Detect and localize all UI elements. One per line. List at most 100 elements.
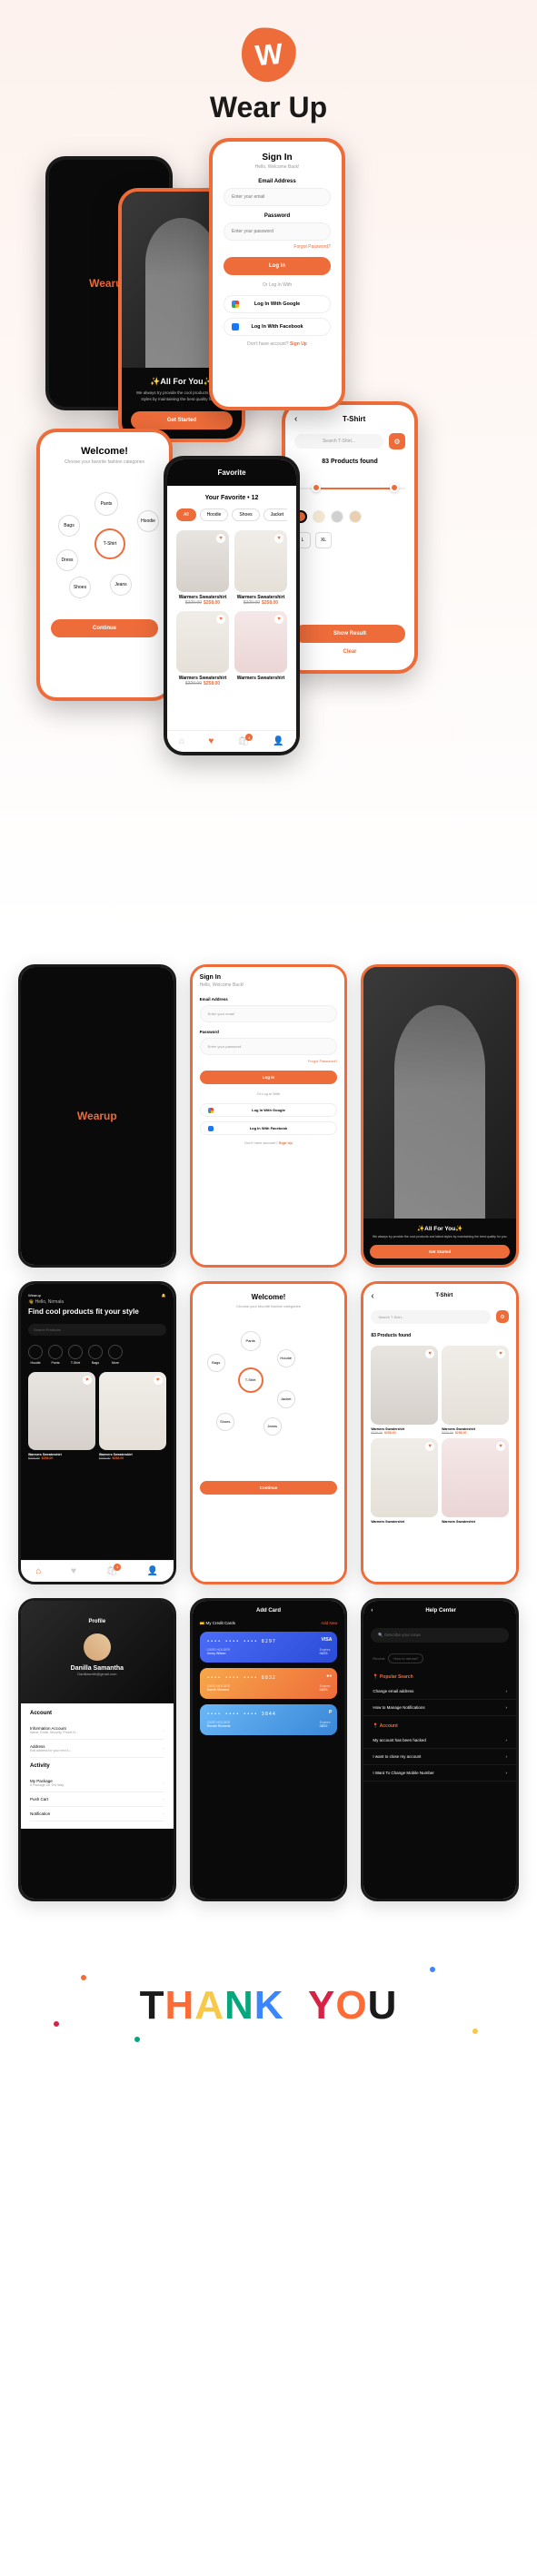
clear-button[interactable]: Clear <box>294 643 405 661</box>
credit-card[interactable]: P •••• •••• •••• 3844 CARD HOLDERRonald … <box>200 1704 338 1735</box>
product-card[interactable]: ♥ Warmers Sweatershirt $320.00$258.00 <box>234 530 287 606</box>
search-input[interactable]: Search T-Shirt... <box>294 434 383 449</box>
category-bubble[interactable]: Shoes <box>69 577 91 598</box>
heart-icon[interactable]: ♥ <box>274 534 283 543</box>
logo-letter: W <box>254 36 283 72</box>
help-item[interactable]: How to Manage Notifications› <box>363 1700 516 1716</box>
password-input[interactable] <box>224 222 331 241</box>
signin-title: Sign In <box>224 153 331 163</box>
email-label: Email Address <box>224 179 331 184</box>
list-item[interactable]: Information AccountName, Email, Security… <box>30 1722 164 1740</box>
category-bubbles: Pants Bags Hoodie T-Shirt Dress Shoes Je… <box>51 479 158 606</box>
welcome-subtitle: Choose your favorite fashion categories <box>51 459 158 465</box>
list-item[interactable]: My PackageA Package On The Way› <box>30 1774 164 1792</box>
filter-chip[interactable]: Hoodie <box>200 508 229 521</box>
heart-icon[interactable]: ♥ <box>216 534 225 543</box>
credit-card[interactable]: VISA •••• •••• •••• 8297 CARD HOLDERJonn… <box>200 1632 338 1663</box>
product-card[interactable]: ♥ Warmers Sweatershirt $320.00$258.00 <box>176 530 229 606</box>
login-button[interactable]: Log In <box>224 257 331 275</box>
facebook-icon <box>232 323 239 331</box>
mini-addcard: Add Card 💳 My Credit Cards Add New VISA … <box>190 1598 348 1901</box>
phone-signin: Sign In Hello, Welcome Back! Email Addre… <box>209 138 345 410</box>
get-started-button[interactable]: Get Started <box>131 411 233 429</box>
results-count: 83 Products found <box>294 459 405 465</box>
filter-button[interactable]: ⚙ <box>389 433 405 449</box>
filter-chip[interactable]: Shoes <box>232 508 259 521</box>
slider-thumb[interactable] <box>390 483 399 492</box>
slider-thumb[interactable] <box>312 483 321 492</box>
phone-favorite: Favorite Your Favorite • 12 All Hoodie S… <box>164 456 300 755</box>
color-swatch[interactable] <box>331 510 343 523</box>
category-bubble-selected[interactable]: T-Shirt <box>94 528 125 559</box>
help-search-input[interactable]: 🔍 Describe your issue <box>371 1628 509 1643</box>
filter-chip-active[interactable]: All <box>176 508 196 521</box>
phone-stage: Wearup ✨All For You✨ We always try provi… <box>0 147 537 937</box>
category-item[interactable]: Bags <box>88 1345 103 1365</box>
credit-card[interactable]: ●● •••• •••• •••• 8832 CARD HOLDERDarrel… <box>200 1668 338 1699</box>
list-item[interactable]: Notification› <box>30 1807 164 1821</box>
list-item[interactable]: Push Cart› <box>30 1792 164 1807</box>
signup-link[interactable]: Sign Up <box>290 341 307 347</box>
favorite-header: Favorite <box>167 459 296 486</box>
screens-grid: Wearup Sign In Hello, Welcome Back! Emai… <box>0 937 537 1929</box>
size-option[interactable]: XL <box>315 532 332 548</box>
nav-heart-icon[interactable]: ♥ <box>208 736 214 746</box>
email-input[interactable] <box>224 188 331 206</box>
mini-signin: Sign In Hello, Welcome Back! Email Addre… <box>190 964 348 1268</box>
facebook-login-button[interactable]: Log In With Facebook <box>224 318 331 336</box>
category-bubble[interactable]: Dress <box>56 549 78 571</box>
category-bubble[interactable]: Jeans <box>110 574 132 596</box>
continue-button[interactable]: Continue <box>51 619 158 637</box>
logo-blob: W <box>239 25 298 84</box>
category-bubble[interactable]: Pants <box>94 492 118 516</box>
or-divider: Or Log In With <box>224 282 331 288</box>
category-bubble[interactable]: Hoodie <box>137 510 159 532</box>
product-card[interactable]: ♥ Warmers Sweatershirt <box>234 611 287 686</box>
show-result-button[interactable]: Show Result <box>294 625 405 643</box>
nav-profile-icon[interactable]: 👤 <box>273 736 283 746</box>
nav-cart-icon[interactable]: 🛍 <box>237 736 249 746</box>
favorite-count: Your Favorite • 12 <box>176 495 287 501</box>
category-item[interactable]: More <box>108 1345 123 1365</box>
welcome-title: Welcome! <box>51 446 158 457</box>
model-image <box>145 218 217 368</box>
price-slider[interactable] <box>294 479 405 497</box>
google-login-button[interactable]: Log In With Google <box>224 295 331 313</box>
phone-filter: ‹ T-Shirt Search T-Shirt... ⚙ 83 Product… <box>282 401 418 674</box>
category-item[interactable]: Pants <box>48 1345 63 1365</box>
thank-you-text: THANK YOU <box>140 1983 398 2028</box>
password-label: Password <box>224 213 331 219</box>
help-item[interactable]: I want to close my account› <box>363 1749 516 1765</box>
mini-tshirt: ‹T-Shirt Search T-Shirt...⚙ 83 Products … <box>361 1281 519 1584</box>
back-icon[interactable]: ‹ <box>294 414 297 424</box>
category-item[interactable]: Hoodie <box>28 1345 43 1365</box>
filter-title: T-Shirt <box>303 415 405 423</box>
mini-splash: Wearup <box>18 964 176 1268</box>
category-item[interactable]: T-Shirt <box>68 1345 83 1365</box>
list-item[interactable]: AddressEdit address for your next s...› <box>30 1740 164 1758</box>
google-icon <box>232 301 239 308</box>
help-item[interactable]: Change email address› <box>363 1683 516 1700</box>
search-input[interactable]: Search Products <box>28 1324 166 1336</box>
signin-greeting: Hello, Welcome Back! <box>224 164 331 170</box>
filter-chip[interactable]: Jacket <box>264 508 287 521</box>
bottom-nav: ⌂ ♥ 🛍 👤 <box>167 730 296 752</box>
color-swatch[interactable] <box>349 510 362 523</box>
color-swatch[interactable] <box>313 510 325 523</box>
product-card[interactable]: ♥ Warmers Sweatershirt $320.00$258.00 <box>176 611 229 686</box>
category-bubble[interactable]: Bags <box>58 515 80 537</box>
add-new-link[interactable]: Add New <box>321 1621 337 1626</box>
mini-onboard: ✨All For You✨ We always try provide the … <box>361 964 519 1268</box>
avatar <box>84 1633 111 1661</box>
signup-prompt: Don't have account? Sign Up <box>224 341 331 347</box>
help-item[interactable]: I Want To Change Mobile Number› <box>363 1765 516 1781</box>
brand-name: Wear Up <box>0 91 537 124</box>
thank-you-section: THANK YOU <box>0 1929 537 2083</box>
nav-home-icon[interactable]: ⌂ <box>179 736 184 746</box>
mini-profile: Profile Danilla Samantha Danillasmth@gma… <box>18 1598 176 1901</box>
forgot-password-link[interactable]: Forgot Password? <box>224 244 331 250</box>
phone-welcome: Welcome! Choose your favorite fashion ca… <box>36 429 173 701</box>
mini-welcome: Welcome! Choose your favorite fashion ca… <box>190 1281 348 1584</box>
help-item[interactable]: My account has been hacked› <box>363 1732 516 1749</box>
mini-help: ‹Help Center 🔍 Describe your issue Recen… <box>361 1598 519 1901</box>
